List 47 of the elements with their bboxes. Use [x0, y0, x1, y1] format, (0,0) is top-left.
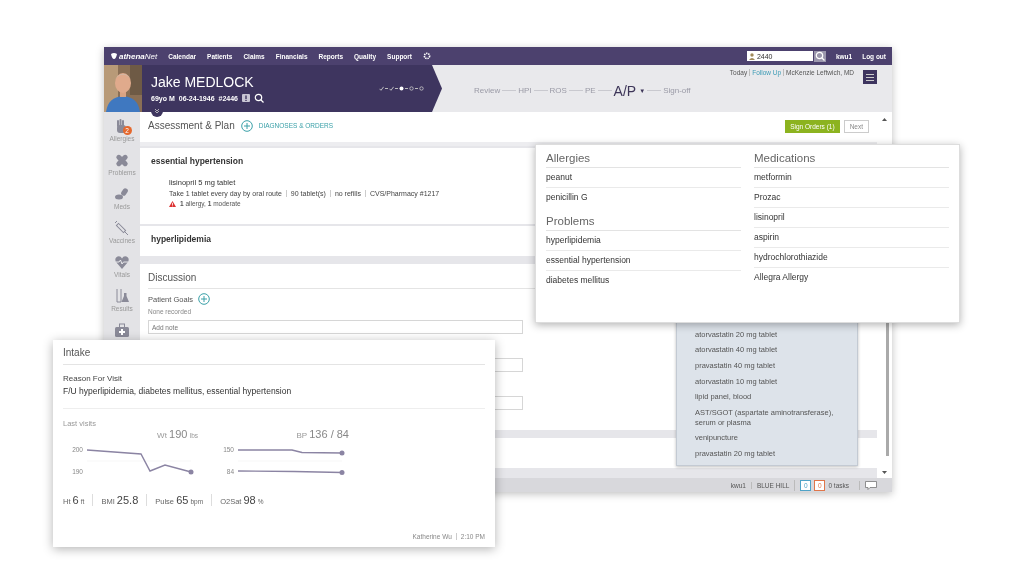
field-label: Reason For Visit: [63, 374, 123, 383]
list-item[interactable]: peanut: [546, 168, 741, 188]
chat-icon[interactable]: [865, 480, 877, 490]
list-item[interactable]: Prozac: [754, 188, 949, 208]
section-title: Assessment & Plan: [148, 120, 235, 131]
medical-kit-icon: [114, 322, 130, 338]
scroll-up-arrow-icon[interactable]: [882, 118, 887, 121]
list-item[interactable]: metformin: [754, 168, 949, 188]
list-title: Allergies: [546, 152, 741, 168]
list-item[interactable]: aspirin: [754, 228, 949, 248]
list-item[interactable]: diabetes mellitus: [546, 271, 741, 290]
warning-icon: [169, 200, 176, 207]
list-item[interactable]: lisinopril: [754, 208, 949, 228]
menu-button[interactable]: [863, 70, 877, 84]
list-title: Problems: [546, 215, 741, 231]
menu-icon: [866, 73, 874, 81]
bandage-icon: [114, 152, 130, 168]
diagnosis-title: hyperlipidemia: [151, 234, 211, 244]
card-title: Intake: [63, 347, 485, 365]
patient-name: Jake MEDLOCK: [151, 74, 255, 90]
chevron-down-icon: [154, 108, 160, 114]
list-item[interactable]: hydrochlorothiazide: [754, 248, 949, 268]
leaf-icon: [110, 52, 118, 60]
add-button[interactable]: [198, 293, 211, 305]
search-button[interactable]: [813, 50, 826, 62]
list-item[interactable]: essential hypertension: [546, 251, 741, 271]
chart-reading: BP 136 / 84: [296, 428, 349, 440]
plus-icon: [240, 120, 253, 132]
syringe-icon: [114, 220, 130, 236]
sidebar-item[interactable]: [114, 322, 130, 338]
alert-icon[interactable]: [242, 94, 250, 102]
reason-text: F/U hyperlipidemia, diabetes mellitus, essential hypertension: [63, 386, 485, 409]
list-item[interactable]: hyperlipidemia: [546, 231, 741, 251]
flask-icon: [114, 288, 130, 304]
add-button[interactable]: [240, 120, 253, 132]
heart-icon: [114, 254, 130, 270]
logo-text[interactable]: athenaNet: [119, 51, 158, 61]
scroll-down-arrow-icon[interactable]: [882, 471, 887, 474]
list-item[interactable]: penicillin G: [546, 188, 741, 207]
pills-icon: [114, 186, 130, 202]
person-icon: [748, 52, 755, 60]
settings-icon[interactable]: [423, 52, 432, 60]
plus-icon: [198, 293, 211, 305]
search-icon: [814, 51, 825, 61]
diagnosis-title: essential hypertension: [151, 156, 244, 166]
search-icon[interactable]: [254, 93, 264, 103]
list-title: Medications: [754, 152, 949, 168]
